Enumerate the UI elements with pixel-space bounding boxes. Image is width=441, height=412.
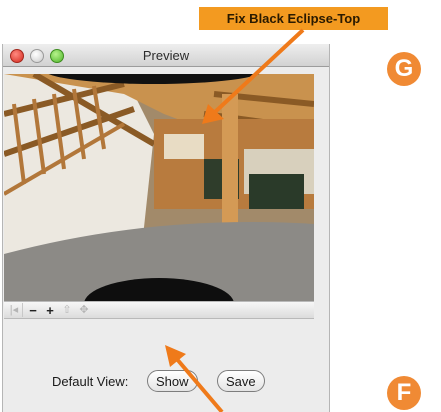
panorama-viewer[interactable] xyxy=(4,74,314,301)
window-title: Preview xyxy=(142,48,190,63)
hotspot-up-icon[interactable]: ⇧ xyxy=(60,303,74,317)
zoom-in-icon[interactable]: + xyxy=(43,303,57,317)
save-button[interactable]: Save xyxy=(217,370,265,392)
go-to-start-icon[interactable]: |◂ xyxy=(7,303,21,317)
default-view-label: Default View: xyxy=(52,374,129,389)
pan-move-icon[interactable]: ✥ xyxy=(77,303,91,317)
callout-badge-f: F xyxy=(387,376,421,410)
separator xyxy=(22,303,23,317)
callout-label: Fix Black Eclipse-Top xyxy=(199,7,388,30)
title-bar[interactable]: Preview xyxy=(3,44,329,67)
callout-badge-g: G xyxy=(387,52,421,86)
show-button[interactable]: Show xyxy=(147,370,198,392)
zoom-out-icon[interactable]: − xyxy=(26,303,40,317)
panorama-image xyxy=(4,74,314,301)
control-strip: |◂ − + ⇧ ✥ xyxy=(4,301,314,319)
